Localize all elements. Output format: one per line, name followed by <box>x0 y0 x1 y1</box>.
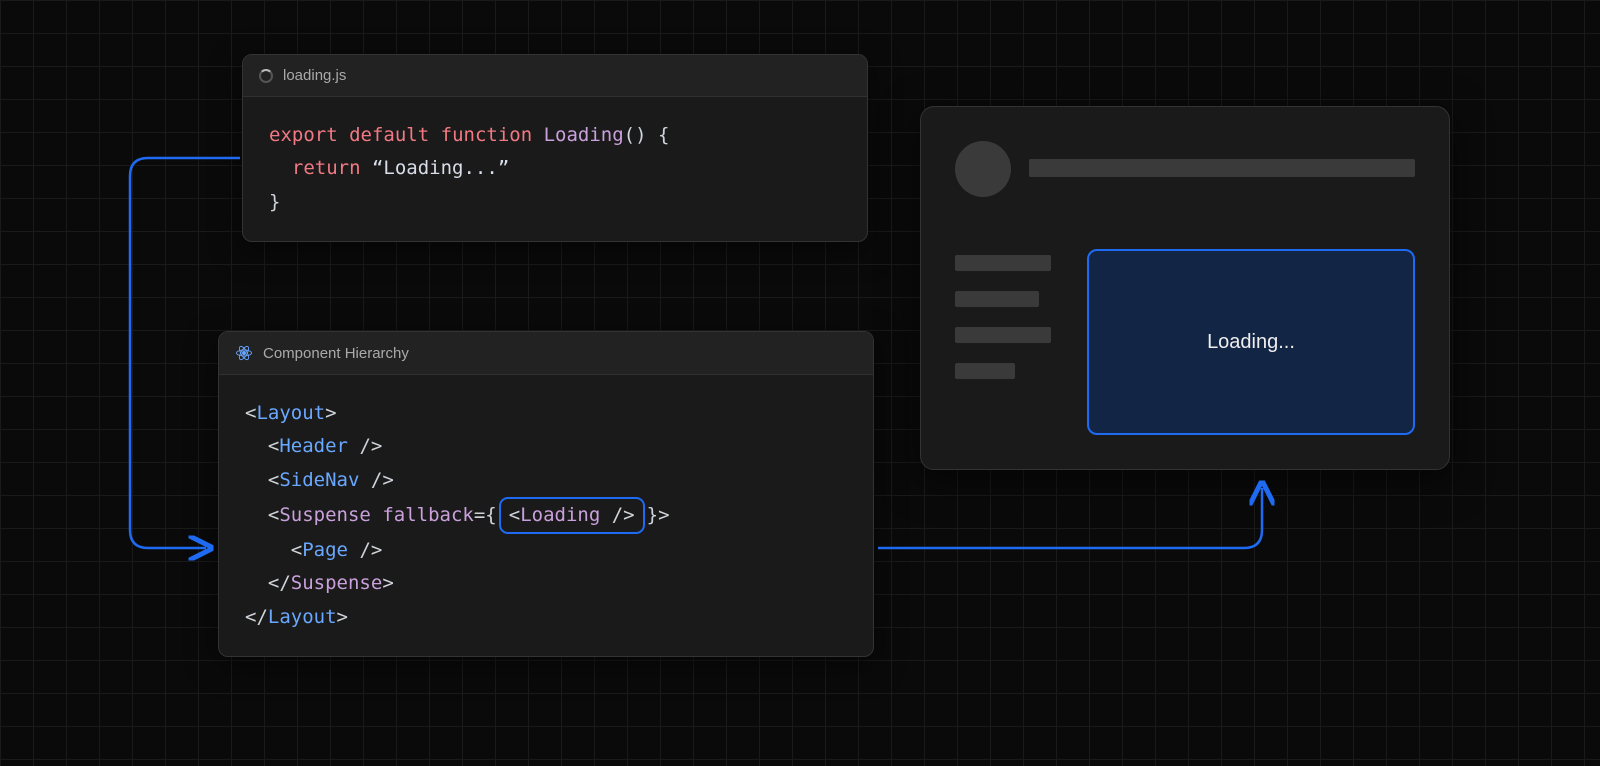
tag-page: Page <box>302 539 348 561</box>
string-loading: “Loading...” <box>372 157 509 179</box>
tag-sidenav: SideNav <box>279 469 359 491</box>
kw-return: return <box>292 157 361 179</box>
skeleton-sidebar-item <box>955 291 1039 307</box>
loading-text: Loading... <box>1207 331 1295 354</box>
parens: () <box>624 124 647 146</box>
skeleton-sidebar-item <box>955 363 1015 379</box>
tag-layout-close: Layout <box>268 606 337 628</box>
skeleton-sidebar-item <box>955 255 1051 271</box>
spinner-icon <box>259 69 273 83</box>
skeleton-headline <box>1029 159 1415 177</box>
tag-layout: Layout <box>256 402 325 424</box>
kw-export: export <box>269 124 338 146</box>
panel-title: Component Hierarchy <box>263 345 409 362</box>
kw-default: default <box>349 124 429 146</box>
brace-close: } <box>269 191 280 213</box>
react-icon <box>235 344 253 362</box>
skeleton-sidebar-item <box>955 327 1051 343</box>
panel-title: loading.js <box>283 67 346 84</box>
kw-function: function <box>441 124 533 146</box>
brace-open: { <box>658 124 669 146</box>
skeleton-avatar <box>955 141 1011 197</box>
highlight-loading: <Loading /> <box>499 497 645 534</box>
browser-mock: Loading... <box>920 106 1450 470</box>
tag-loading: Loading <box>520 504 600 526</box>
code-hierarchy: <Layout> <Header /> <SideNav /> <Suspens… <box>219 375 873 656</box>
tag-suspense-close: Suspense <box>291 572 383 594</box>
fn-name: Loading <box>544 124 624 146</box>
loading-card: Loading... <box>1087 249 1415 435</box>
tag-header: Header <box>279 435 348 457</box>
panel-header-hierarchy: Component Hierarchy <box>219 332 873 375</box>
panel-loading-js: loading.js export default function Loadi… <box>242 54 868 242</box>
attr-fallback: fallback <box>382 504 474 526</box>
tag-suspense: Suspense <box>279 504 371 526</box>
panel-header-loading: loading.js <box>243 55 867 97</box>
code-loading-js: export default function Loading() { retu… <box>243 97 867 241</box>
panel-component-hierarchy: Component Hierarchy <Layout> <Header /> … <box>218 331 874 657</box>
